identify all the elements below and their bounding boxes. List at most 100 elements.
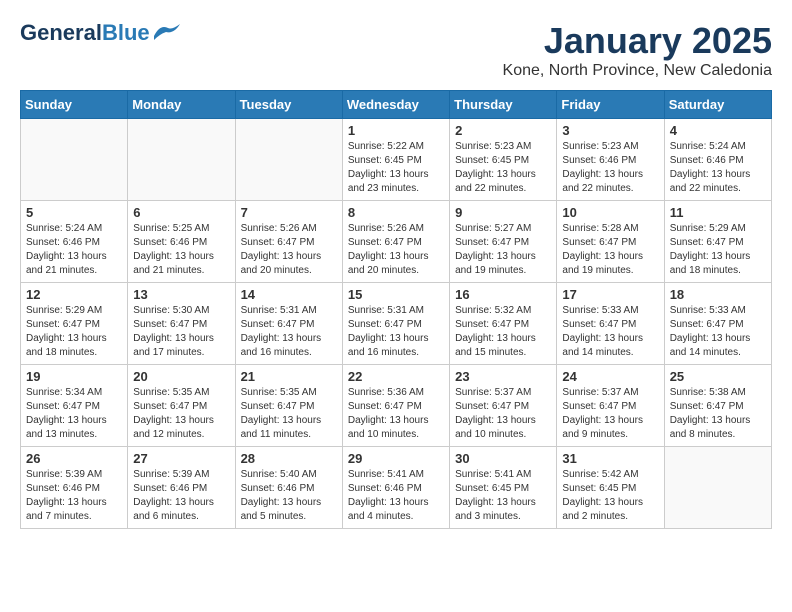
logo-bird-icon bbox=[152, 22, 180, 40]
calendar-cell bbox=[128, 119, 235, 201]
cell-content: Sunrise: 5:32 AMSunset: 6:47 PMDaylight:… bbox=[455, 304, 551, 360]
calendar-cell: 18 Sunrise: 5:33 AMSunset: 6:47 PMDayligh… bbox=[664, 283, 771, 365]
calendar-cell: 24Sunrise: 5:37 AMSunset: 6:47 PMDayligh… bbox=[557, 365, 664, 447]
day-number: 19 bbox=[26, 369, 122, 384]
calendar-cell: 30 Sunrise: 5:41 AMSunset: 6:45 PMDayligh… bbox=[450, 447, 557, 529]
calendar-week-row: 12 Sunrise: 5:29 AMSunset: 6:47 PMDayligh… bbox=[21, 283, 772, 365]
logo-blue: Blue bbox=[102, 20, 150, 46]
day-number: 7 bbox=[241, 205, 337, 220]
cell-content: Sunrise: 5:28 AMSunset: 6:47 PMDaylight:… bbox=[562, 222, 658, 278]
day-number: 18 bbox=[670, 287, 766, 302]
weekday-header-row: SundayMondayTuesdayWednesdayThursdayFrid… bbox=[21, 91, 772, 119]
cell-content: Sunrise: 5:41 AMSunset: 6:45 PMDaylight:… bbox=[455, 468, 551, 524]
calendar-cell: 28 Sunrise: 5:40 AMSunset: 6:46 PMDayligh… bbox=[235, 447, 342, 529]
calendar-cell: 4Sunrise: 5:24 AMSunset: 6:46 PMDaylight… bbox=[664, 119, 771, 201]
month-title: January 2025 bbox=[503, 20, 772, 62]
weekday-header: Friday bbox=[557, 91, 664, 119]
calendar-cell: 23 Sunrise: 5:37 AMSunset: 6:47 PMDayligh… bbox=[450, 365, 557, 447]
calendar-cell: 14Sunrise: 5:31 AMSunset: 6:47 PMDayligh… bbox=[235, 283, 342, 365]
day-number: 13 bbox=[133, 287, 229, 302]
calendar-cell: 29 Sunrise: 5:41 AMSunset: 6:46 PMDayligh… bbox=[342, 447, 449, 529]
day-number: 26 bbox=[26, 451, 122, 466]
calendar-cell: 17 Sunrise: 5:33 AMSunset: 6:47 PMDayligh… bbox=[557, 283, 664, 365]
day-number: 30 bbox=[455, 451, 551, 466]
cell-content: Sunrise: 5:24 AMSunset: 6:46 PMDaylight:… bbox=[26, 222, 122, 278]
calendar-cell bbox=[235, 119, 342, 201]
calendar-cell: 15 Sunrise: 5:31 AMSunset: 6:47 PMDayligh… bbox=[342, 283, 449, 365]
calendar-cell: 12 Sunrise: 5:29 AMSunset: 6:47 PMDayligh… bbox=[21, 283, 128, 365]
cell-content: Sunrise: 5:25 AMSunset: 6:46 PMDaylight:… bbox=[133, 222, 229, 278]
day-number: 12 bbox=[26, 287, 122, 302]
weekday-header: Monday bbox=[128, 91, 235, 119]
cell-content: Sunrise: 5:38 AMSunset: 6:47 PMDaylight:… bbox=[670, 386, 766, 442]
day-number: 29 bbox=[348, 451, 444, 466]
calendar-cell: 13 Sunrise: 5:30 AMSunset: 6:47 PMDayligh… bbox=[128, 283, 235, 365]
calendar-cell: 31 Sunrise: 5:42 AMSunset: 6:45 PMDayligh… bbox=[557, 447, 664, 529]
cell-content: Sunrise: 5:26 AMSunset: 6:47 PMDaylight:… bbox=[348, 222, 444, 278]
calendar-cell: 16 Sunrise: 5:32 AMSunset: 6:47 PMDayligh… bbox=[450, 283, 557, 365]
calendar-cell: 26 Sunrise: 5:39 AMSunset: 6:46 PMDayligh… bbox=[21, 447, 128, 529]
cell-content: Sunrise: 5:39 AMSunset: 6:46 PMDaylight:… bbox=[133, 468, 229, 524]
cell-content: Sunrise: 5:34 AMSunset: 6:47 PMDaylight:… bbox=[26, 386, 122, 442]
cell-content: Sunrise: 5:42 AMSunset: 6:45 PMDaylight:… bbox=[562, 468, 658, 524]
day-number: 2 bbox=[455, 123, 551, 138]
day-number: 5 bbox=[26, 205, 122, 220]
location: Kone, North Province, New Caledonia bbox=[503, 62, 772, 80]
calendar-week-row: 5 Sunrise: 5:24 AMSunset: 6:46 PMDaylight… bbox=[21, 201, 772, 283]
day-number: 20 bbox=[133, 369, 229, 384]
calendar-cell: 3 Sunrise: 5:23 AMSunset: 6:46 PMDaylight… bbox=[557, 119, 664, 201]
weekday-header: Wednesday bbox=[342, 91, 449, 119]
calendar-cell: 27Sunrise: 5:39 AMSunset: 6:46 PMDayligh… bbox=[128, 447, 235, 529]
cell-content: Sunrise: 5:39 AMSunset: 6:46 PMDaylight:… bbox=[26, 468, 122, 524]
cell-content: Sunrise: 5:33 AMSunset: 6:47 PMDaylight:… bbox=[562, 304, 658, 360]
day-number: 3 bbox=[562, 123, 658, 138]
calendar-cell bbox=[21, 119, 128, 201]
day-number: 9 bbox=[455, 205, 551, 220]
day-number: 31 bbox=[562, 451, 658, 466]
cell-content: Sunrise: 5:37 AMSunset: 6:47 PMDaylight:… bbox=[455, 386, 551, 442]
cell-content: Sunrise: 5:22 AMSunset: 6:45 PMDaylight:… bbox=[348, 140, 444, 196]
calendar-cell: 21Sunrise: 5:35 AMSunset: 6:47 PMDayligh… bbox=[235, 365, 342, 447]
cell-content: Sunrise: 5:27 AMSunset: 6:47 PMDaylight:… bbox=[455, 222, 551, 278]
calendar-cell: 9 Sunrise: 5:27 AMSunset: 6:47 PMDaylight… bbox=[450, 201, 557, 283]
day-number: 23 bbox=[455, 369, 551, 384]
weekday-header: Tuesday bbox=[235, 91, 342, 119]
day-number: 1 bbox=[348, 123, 444, 138]
logo-general: General bbox=[20, 20, 102, 46]
day-number: 28 bbox=[241, 451, 337, 466]
cell-content: Sunrise: 5:31 AMSunset: 6:47 PMDaylight:… bbox=[348, 304, 444, 360]
calendar-cell: 2Sunrise: 5:23 AMSunset: 6:45 PMDaylight… bbox=[450, 119, 557, 201]
cell-content: Sunrise: 5:40 AMSunset: 6:46 PMDaylight:… bbox=[241, 468, 337, 524]
calendar-cell: 5 Sunrise: 5:24 AMSunset: 6:46 PMDaylight… bbox=[21, 201, 128, 283]
weekday-header: Saturday bbox=[664, 91, 771, 119]
calendar-cell: 20Sunrise: 5:35 AMSunset: 6:47 PMDayligh… bbox=[128, 365, 235, 447]
day-number: 15 bbox=[348, 287, 444, 302]
weekday-header: Thursday bbox=[450, 91, 557, 119]
cell-content: Sunrise: 5:41 AMSunset: 6:46 PMDaylight:… bbox=[348, 468, 444, 524]
cell-content: Sunrise: 5:29 AMSunset: 6:47 PMDaylight:… bbox=[670, 222, 766, 278]
page-header: General Blue January 2025 Kone, North Pr… bbox=[20, 20, 772, 80]
cell-content: Sunrise: 5:26 AMSunset: 6:47 PMDaylight:… bbox=[241, 222, 337, 278]
day-number: 10 bbox=[562, 205, 658, 220]
calendar-cell: 25Sunrise: 5:38 AMSunset: 6:47 PMDayligh… bbox=[664, 365, 771, 447]
cell-content: Sunrise: 5:30 AMSunset: 6:47 PMDaylight:… bbox=[133, 304, 229, 360]
cell-content: Sunrise: 5:29 AMSunset: 6:47 PMDaylight:… bbox=[26, 304, 122, 360]
day-number: 17 bbox=[562, 287, 658, 302]
logo: General Blue bbox=[20, 20, 180, 46]
calendar-cell bbox=[664, 447, 771, 529]
calendar-week-row: 19 Sunrise: 5:34 AMSunset: 6:47 PMDayligh… bbox=[21, 365, 772, 447]
cell-content: Sunrise: 5:24 AMSunset: 6:46 PMDaylight:… bbox=[670, 140, 766, 196]
day-number: 22 bbox=[348, 369, 444, 384]
calendar-week-row: 26 Sunrise: 5:39 AMSunset: 6:46 PMDayligh… bbox=[21, 447, 772, 529]
cell-content: Sunrise: 5:33 AMSunset: 6:47 PMDaylight:… bbox=[670, 304, 766, 360]
day-number: 16 bbox=[455, 287, 551, 302]
cell-content: Sunrise: 5:31 AMSunset: 6:47 PMDaylight:… bbox=[241, 304, 337, 360]
cell-content: Sunrise: 5:36 AMSunset: 6:47 PMDaylight:… bbox=[348, 386, 444, 442]
cell-content: Sunrise: 5:23 AMSunset: 6:46 PMDaylight:… bbox=[562, 140, 658, 196]
day-number: 24 bbox=[562, 369, 658, 384]
calendar-cell: 7 Sunrise: 5:26 AMSunset: 6:47 PMDaylight… bbox=[235, 201, 342, 283]
day-number: 11 bbox=[670, 205, 766, 220]
calendar-cell: 19 Sunrise: 5:34 AMSunset: 6:47 PMDayligh… bbox=[21, 365, 128, 447]
title-block: January 2025 Kone, North Province, New C… bbox=[503, 20, 772, 80]
calendar-cell: 6Sunrise: 5:25 AMSunset: 6:46 PMDaylight… bbox=[128, 201, 235, 283]
